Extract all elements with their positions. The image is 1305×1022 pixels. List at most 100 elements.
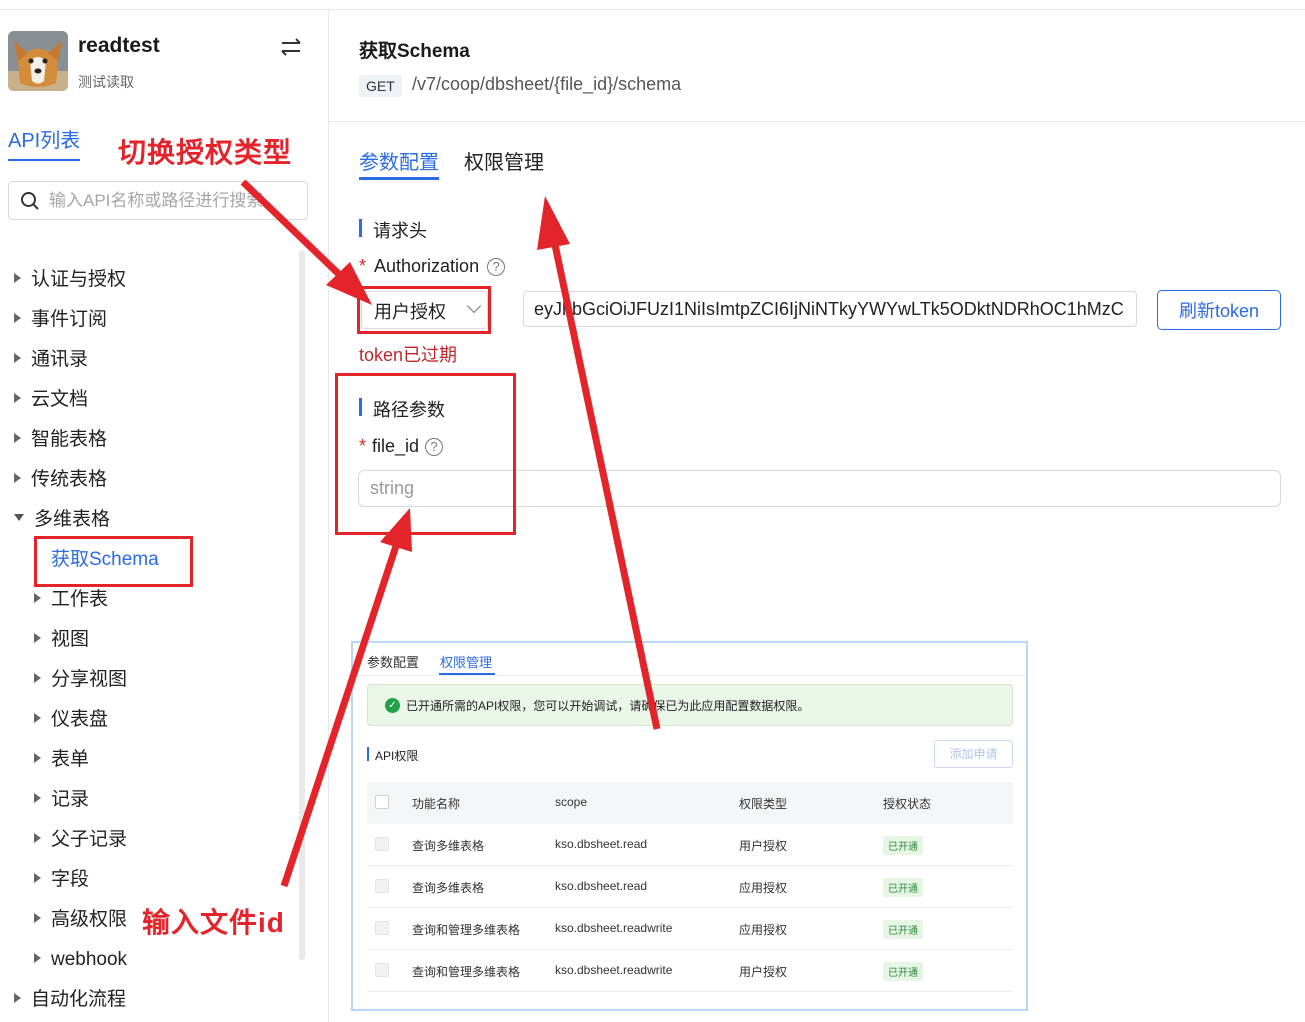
sidebar-item[interactable]: 仪表盘 [34, 707, 108, 733]
status-badge: 已开通 [883, 962, 923, 981]
token-input[interactable] [523, 291, 1137, 327]
sidebar-item[interactable]: 自动化流程 [14, 987, 126, 1013]
sidebar-item-label: webhook [51, 949, 128, 970]
annotation-enter-file-id: 输入文件id [142, 907, 285, 938]
sidebar-item-label: 传统表格 [31, 469, 108, 490]
caret-right-icon[interactable] [14, 992, 21, 1003]
caret-down-icon[interactable] [14, 514, 24, 522]
highlight-selected-api [34, 536, 193, 587]
sidebar-item[interactable]: 视图 [34, 627, 89, 653]
sidebar-item-label: 高级权限 [51, 909, 128, 930]
search-input[interactable] [49, 188, 299, 214]
table-row: 查询和管理多维表格 kso.dbsheet.readwrite 应用授权 已开通 [367, 908, 1013, 950]
row-checkbox [375, 837, 389, 851]
sidebar-item-label: 多维表格 [34, 509, 111, 530]
select-all-checkbox [375, 795, 389, 809]
tab-params[interactable]: 参数配置 [359, 146, 439, 175]
active-tab-indicator [359, 177, 439, 180]
sidebar-item[interactable]: 记录 [34, 787, 89, 813]
method-badge: GET [359, 75, 402, 97]
status-badge: 已开通 [883, 920, 923, 939]
column-header: 权限类型 [739, 797, 788, 811]
alert-text: 已开通所需的API权限，您可以开始调试，请确保已为此应用配置数据权限。 [406, 699, 810, 713]
search-icon [21, 192, 39, 210]
sidebar-item[interactable]: 表单 [34, 747, 89, 773]
table-cell: 查询和管理多维表格 [412, 923, 521, 937]
caret-right-icon[interactable] [14, 392, 21, 403]
caret-right-icon[interactable] [14, 352, 21, 363]
sidebar-item-label: 事件订阅 [31, 309, 108, 330]
caret-right-icon[interactable] [34, 592, 41, 603]
highlight-auth-type [357, 286, 491, 334]
success-alert: ✓ 已开通所需的API权限，您可以开始调试，请确保已为此应用配置数据权限。 [367, 684, 1013, 726]
sidebar-item[interactable]: 通讯录 [14, 347, 88, 373]
caret-right-icon[interactable] [14, 272, 21, 283]
caret-right-icon[interactable] [14, 472, 21, 483]
help-icon[interactable]: ? [487, 258, 506, 277]
sidebar-item[interactable]: 多维表格 [14, 507, 110, 533]
table-row: 查询和管理多维表格 kso.dbsheet.readwrite 用户授权 已开通 [367, 950, 1013, 992]
caret-right-icon[interactable] [34, 832, 41, 843]
sidebar-item-label: 父子记录 [51, 829, 128, 850]
annotation-switch-auth: 切换授权类型 [118, 137, 293, 168]
caret-right-icon[interactable] [34, 632, 41, 643]
embedded-permissions-screenshot: 参数配置 权限管理 ✓ 已开通所需的API权限，您可以开始调试，请确保已为此应用… [351, 641, 1028, 1011]
caret-right-icon[interactable] [14, 432, 21, 443]
status-badge: 已开通 [883, 836, 923, 855]
section-headers: 请求头 [373, 221, 427, 241]
sidebar-item-label: 通讯录 [31, 349, 89, 370]
app-subtitle: 测试读取 [78, 74, 134, 90]
avatar [8, 31, 68, 91]
refresh-token-button[interactable]: 刷新token [1157, 290, 1281, 330]
embedded-divider [353, 675, 1026, 676]
table-cell: kso.dbsheet.read [555, 837, 648, 851]
tab-permissions[interactable]: 权限管理 [464, 146, 544, 175]
caret-right-icon[interactable] [34, 952, 41, 963]
token-status: token已过期 [359, 345, 458, 365]
caret-right-icon[interactable] [34, 872, 41, 883]
table-header: 功能名称 scope 权限类型 授权状态 [367, 782, 1013, 824]
sidebar-item-label: 表单 [51, 749, 90, 770]
sidebar-item[interactable]: 工作表 [34, 587, 108, 613]
table-cell: 应用授权 [739, 881, 788, 895]
add-request-button: 添加申请 [934, 740, 1013, 768]
sidebar-item-label: 认证与授权 [31, 269, 127, 290]
app-name: readtest [78, 34, 160, 57]
sidebar-item[interactable]: 分享视图 [34, 667, 127, 693]
sidebar-item[interactable]: 字段 [34, 867, 89, 893]
row-checkbox [375, 879, 389, 893]
sidebar-item-label: 智能表格 [31, 429, 108, 450]
sidebar-item[interactable]: webhook [34, 947, 127, 973]
sidebar-item[interactable]: 传统表格 [14, 467, 107, 493]
sidebar-item[interactable]: 云文档 [14, 387, 88, 413]
sidebar-item-label: 分享视图 [51, 669, 128, 690]
column-header: 功能名称 [412, 797, 461, 811]
sidebar-item-label: 字段 [51, 869, 90, 890]
caret-right-icon[interactable] [34, 752, 41, 763]
search-box [8, 181, 308, 220]
embedded-tab-permissions: 权限管理 [440, 655, 493, 670]
row-checkbox [375, 963, 389, 977]
caret-right-icon[interactable] [34, 792, 41, 803]
caret-right-icon[interactable] [14, 312, 21, 323]
sidebar-scrollbar[interactable] [299, 250, 305, 960]
tab-api-list[interactable]: API列表 [8, 124, 81, 161]
sidebar-item-label: 自动化流程 [31, 989, 127, 1010]
sidebar-item[interactable]: 智能表格 [14, 427, 107, 453]
caret-right-icon[interactable] [34, 672, 41, 683]
caret-right-icon[interactable] [34, 912, 41, 923]
table-cell: kso.dbsheet.read [555, 879, 648, 893]
embedded-section-title: API权限 [375, 749, 419, 763]
sidebar-item[interactable]: 父子记录 [34, 827, 127, 853]
caret-right-icon[interactable] [34, 712, 41, 723]
authorization-text: Authorization [374, 256, 480, 276]
switch-app-icon[interactable] [278, 36, 304, 58]
table-cell: 查询和管理多维表格 [412, 965, 521, 979]
table-cell: 查询多维表格 [412, 881, 485, 895]
sidebar-item-label: 视图 [51, 629, 90, 650]
sidebar-item[interactable]: 事件订阅 [14, 307, 107, 333]
sidebar-item[interactable]: 认证与授权 [14, 267, 126, 293]
sidebar-item[interactable]: 高级权限 [34, 907, 127, 933]
column-header: scope [555, 795, 588, 809]
section-marker [359, 219, 362, 237]
